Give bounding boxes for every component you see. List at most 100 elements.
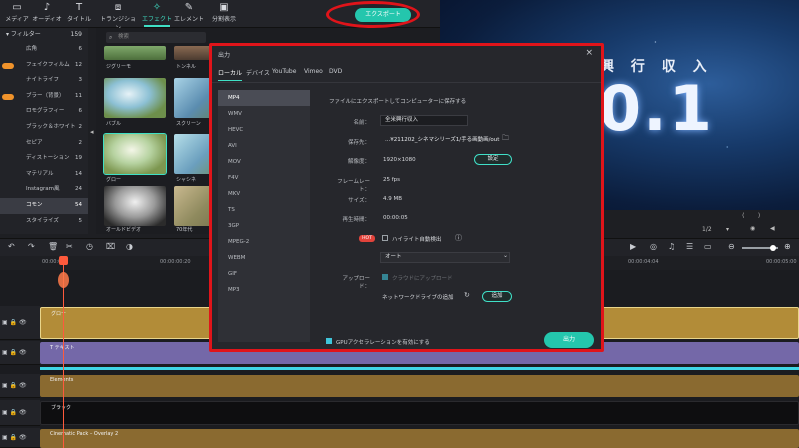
sidebar-item[interactable]: ディストーション 19 xyxy=(0,151,88,167)
lock-icon[interactable]: ▣ 🔒 👁 xyxy=(2,319,27,326)
black-clip[interactable]: ブラック xyxy=(40,401,799,425)
tab-title[interactable]: T タイトル xyxy=(62,2,96,23)
undo-icon[interactable]: ↶ xyxy=(8,242,15,251)
format-item-mp4[interactable]: MP4 xyxy=(218,90,310,106)
filter-sidebar: ▾ フィルター 159 広角 6 フェイクフィルム 12 ナイトライフ 3 ブラー（背… xyxy=(0,28,88,234)
tab-dvd[interactable]: DVD xyxy=(329,68,342,75)
tab-vimeo[interactable]: Vimeo xyxy=(304,68,323,75)
network-drive-label: ネットワークドライブの追加 xyxy=(382,295,454,301)
format-item[interactable]: WMV xyxy=(218,106,310,122)
cloud-upload-checkbox[interactable] xyxy=(382,274,388,280)
sidebar-item-common[interactable]: コモン 54 xyxy=(0,197,88,214)
settings-button[interactable]: 設定 xyxy=(474,154,512,165)
search-input[interactable]: ⌕ 検索 xyxy=(106,32,206,43)
format-item[interactable]: MKV xyxy=(218,186,310,202)
zoom-out-icon[interactable]: ⊖ xyxy=(728,242,735,251)
name-field[interactable]: 全米興行収入 xyxy=(380,115,468,126)
tab-youtube[interactable]: YouTube xyxy=(272,68,296,75)
crop-icon[interactable]: ⌧ xyxy=(106,242,115,251)
zoom-select[interactable]: 1/2 xyxy=(702,226,712,233)
refresh-icon[interactable]: ↻ xyxy=(464,291,470,299)
sidebar-item[interactable]: 広角 6 xyxy=(0,42,88,58)
color-icon[interactable]: ◑ xyxy=(126,242,133,251)
thumbnail-label: トンネル xyxy=(176,64,196,70)
list-icon[interactable]: ☰ xyxy=(686,242,693,251)
sidebar-header[interactable]: ▾ フィルター 159 xyxy=(0,28,88,42)
chevron-down-icon[interactable]: ▾ xyxy=(726,226,729,233)
overlay-clip[interactable]: Cinematic Pack – Overlay 2 xyxy=(40,429,799,448)
speed-icon[interactable]: ◷ xyxy=(86,242,93,251)
zoom-in-icon[interactable]: ⊕ xyxy=(784,242,791,251)
tab-media[interactable]: ▭ メディア xyxy=(0,2,34,23)
tab-audio[interactable]: ♪ オーディオ xyxy=(30,2,64,23)
tab-local[interactable]: ローカル xyxy=(218,68,243,81)
zoom-slider-handle[interactable] xyxy=(770,245,776,251)
framerate-label: フレームレート： xyxy=(337,179,370,193)
info-icon[interactable]: ⓘ xyxy=(455,233,462,243)
thumbnail[interactable] xyxy=(104,78,166,118)
thumbnail[interactable] xyxy=(104,186,166,226)
format-item[interactable]: MP3 xyxy=(218,282,310,298)
resolution-value: 1920×1080 xyxy=(383,157,416,163)
tab-effects[interactable]: ✧ エフェクト xyxy=(140,2,174,27)
track-header: ▣ 🔒 👁 xyxy=(0,428,40,448)
highlight-mode-select[interactable]: オート xyxy=(380,252,510,263)
export-confirm-button[interactable]: 出力 xyxy=(544,332,594,348)
gpu-checkbox[interactable] xyxy=(326,338,332,344)
element-clip[interactable]: Elements xyxy=(40,375,799,397)
preview-big-text: 0.1 xyxy=(598,72,714,145)
thumbnail[interactable] xyxy=(104,46,166,60)
prev-frame-icon[interactable]: ⟨ xyxy=(742,212,744,219)
sidebar-item[interactable]: ブラック＆ホワイト 2 xyxy=(0,120,88,136)
lock-icon[interactable]: ▣ 🔒 👁 xyxy=(2,349,27,356)
volume-icon[interactable]: ◀ xyxy=(770,225,775,232)
format-item[interactable]: TS xyxy=(218,202,310,218)
lock-icon[interactable]: ▣ 🔒 👁 xyxy=(2,409,27,416)
sidebar-item[interactable]: スタイライズ 5 xyxy=(0,214,88,230)
element-icon: ✎ xyxy=(184,2,194,13)
format-item[interactable]: 3GP xyxy=(218,218,310,234)
folder-icon[interactable]: 🗀 xyxy=(502,134,509,145)
track-header: ▣ 🔒 👁 xyxy=(0,341,40,365)
format-item[interactable]: AVI xyxy=(218,138,310,154)
hot-badge xyxy=(2,93,14,100)
microphone-icon[interactable]: ♫ xyxy=(668,242,675,251)
render-icon[interactable]: ▶ xyxy=(630,242,636,251)
sidebar-item[interactable]: マテリアル 14 xyxy=(0,167,88,183)
close-icon[interactable]: × xyxy=(585,48,593,58)
tab-device[interactable]: デバイス xyxy=(246,68,270,77)
save-location-field[interactable]: ...¥211202_シネマシリーズ1/手る画動画/out xyxy=(380,135,508,146)
add-network-drive-button[interactable]: 追加 xyxy=(482,291,512,302)
sidebar-item[interactable]: フェイクフィルム 12 xyxy=(0,58,88,74)
cloud-upload-label: クラウドにアップロード xyxy=(392,276,453,282)
camera-icon[interactable]: ◉ xyxy=(750,225,755,232)
format-item[interactable]: F4V xyxy=(218,170,310,186)
sidebar-item[interactable]: ロモグラフィー 6 xyxy=(0,104,88,120)
redo-icon[interactable]: ↷ xyxy=(28,242,35,251)
delete-icon[interactable]: 🗑 xyxy=(48,242,58,251)
mask-icon[interactable]: ◎ xyxy=(650,242,657,251)
collapse-arrow-icon[interactable]: ◂ xyxy=(90,128,94,136)
sidebar-item[interactable]: ブラー（背景） 11 xyxy=(0,89,88,105)
format-item[interactable]: MOV xyxy=(218,154,310,170)
sidebar-item[interactable]: ナイトライフ 3 xyxy=(0,73,88,89)
format-item[interactable]: MPEG-2 xyxy=(218,234,310,250)
upload-label: アップロード： xyxy=(342,276,370,290)
next-frame-icon[interactable]: ⟩ xyxy=(758,212,760,219)
playhead-handle[interactable] xyxy=(59,256,68,265)
screen-icon[interactable]: ▭ xyxy=(704,242,712,251)
tab-element[interactable]: ✎ エレメント xyxy=(172,2,206,23)
format-item[interactable]: HEVC xyxy=(218,122,310,138)
chevron-down-icon[interactable]: ⌄ xyxy=(503,252,508,259)
lock-icon[interactable]: ▣ 🔒 👁 xyxy=(2,382,27,389)
sidebar-item[interactable]: Instagram風 24 xyxy=(0,182,88,198)
format-item[interactable]: GIF xyxy=(218,266,310,282)
scissors-icon[interactable]: ✂ xyxy=(66,242,73,251)
keyframe-line[interactable] xyxy=(40,367,799,370)
highlight-checkbox[interactable] xyxy=(382,235,388,241)
format-item[interactable]: WEBM xyxy=(218,250,310,266)
lock-icon[interactable]: ▣ 🔒 👁 xyxy=(2,434,27,441)
tab-split-screen[interactable]: ▣ 分割表示 xyxy=(207,2,241,23)
sidebar-item[interactable]: セピア 2 xyxy=(0,136,88,152)
thumbnail-selected[interactable] xyxy=(103,133,167,175)
